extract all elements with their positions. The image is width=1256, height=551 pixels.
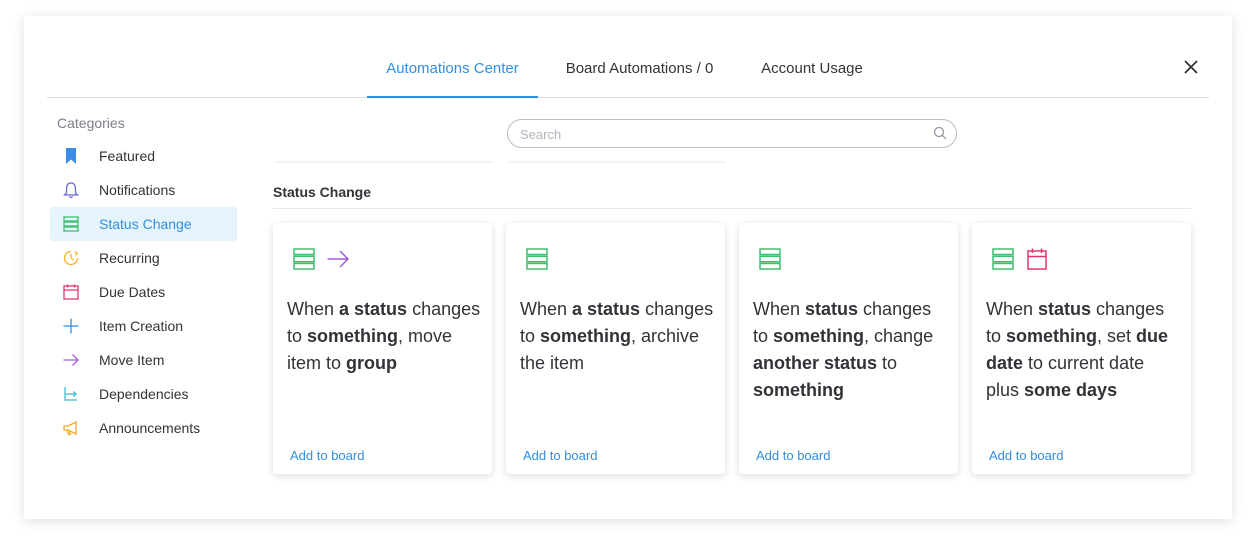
recipe-text: When status changes to something, set du… — [986, 296, 1182, 404]
status-icon — [759, 248, 781, 270]
search-input[interactable] — [520, 125, 920, 143]
sidebar-item-due-dates[interactable]: Due Dates — [50, 275, 237, 309]
search-box — [507, 119, 957, 148]
card-icons — [292, 247, 350, 271]
add-to-board-link[interactable]: Add to board — [290, 448, 364, 463]
recipe-fragment: When — [287, 299, 340, 319]
megaphone-icon — [63, 420, 77, 436]
automations-modal: Automations Center Board Automations / 0… — [24, 16, 1232, 519]
card-icons — [991, 247, 1049, 271]
recipe-fragment: , change — [864, 326, 934, 346]
sidebar-item-status-change[interactable]: Status Change — [50, 207, 237, 241]
add-to-board-link[interactable]: Add to board — [523, 448, 597, 463]
section-divider — [273, 208, 1191, 209]
sidebar-item-move-item[interactable]: Move Item — [50, 343, 237, 377]
recipe-keyword[interactable]: something — [773, 326, 864, 346]
sidebar-item-item-creation[interactable]: Item Creation — [50, 309, 237, 343]
sidebar-item-label: Recurring — [99, 250, 160, 266]
sidebar-item-featured[interactable]: Featured — [50, 139, 237, 173]
sidebar-item-label: Dependencies — [99, 386, 189, 402]
sidebar-item-label: Status Change — [99, 216, 192, 232]
recipe-text: When a status changes to something, arch… — [520, 296, 716, 377]
scroll-fade — [508, 161, 726, 164]
automation-card[interactable]: When a status changes to something, arch… — [506, 223, 725, 474]
automation-card[interactable]: When a status changes to something, move… — [273, 223, 492, 474]
recipe-keyword[interactable]: group — [346, 353, 397, 373]
sidebar-item-label: Announcements — [99, 420, 201, 436]
sidebar-item-recurring[interactable]: Recurring — [50, 241, 237, 275]
tab-account-usage[interactable]: Account Usage — [752, 60, 872, 98]
tab-bar: Automations Center Board Automations / 0… — [47, 16, 1209, 98]
sidebar-item-label: Item Creation — [99, 318, 184, 334]
arrow-right-icon — [327, 250, 350, 268]
recipe-keyword[interactable]: a status — [339, 299, 407, 319]
status-icon — [293, 248, 315, 270]
sidebar-item-dependencies[interactable]: Dependencies — [50, 377, 237, 411]
sidebar-item-announcements[interactable]: Announcements — [50, 411, 237, 445]
recipe-fragment: When — [520, 299, 573, 319]
status-icon — [526, 248, 548, 270]
recipe-fragment: to — [877, 353, 898, 373]
calendar-icon — [1027, 248, 1047, 270]
recipe-keyword[interactable]: status — [1038, 299, 1091, 319]
bookmark-icon — [66, 148, 76, 164]
section-title: Status Change — [273, 184, 372, 200]
recipe-keyword[interactable]: a status — [572, 299, 640, 319]
sidebar-item-label: Featured — [99, 148, 156, 164]
sidebar-item-label: Notifications — [99, 182, 176, 198]
recipe-keyword[interactable]: something — [753, 380, 844, 400]
plus-icon — [63, 318, 79, 334]
card-icons — [758, 247, 782, 271]
recipe-keyword[interactable]: something — [540, 326, 631, 346]
automation-card[interactable]: When status changes to something, set du… — [972, 223, 1191, 474]
bell-icon — [62, 182, 80, 198]
card-icons — [525, 247, 549, 271]
sidebar-item-label: Move Item — [99, 352, 165, 368]
scroll-fade — [275, 161, 493, 164]
recipe-text: When status changes to something, change… — [753, 296, 949, 404]
status-icon — [63, 216, 79, 232]
recipe-text: When a status changes to something, move… — [287, 296, 483, 377]
automation-card[interactable]: When status changes to something, change… — [739, 223, 958, 474]
close-icon[interactable] — [1182, 58, 1200, 76]
recipe-fragment: , set — [1097, 326, 1137, 346]
categories-title: Categories — [57, 115, 125, 131]
sidebar-item-notifications[interactable]: Notifications — [50, 173, 237, 207]
add-to-board-link[interactable]: Add to board — [989, 448, 1063, 463]
recipe-fragment: When — [753, 299, 806, 319]
tab-automations-center[interactable]: Automations Center — [367, 60, 538, 98]
tab-board-automations[interactable]: Board Automations / 0 — [562, 60, 717, 98]
recipe-keyword[interactable]: something — [1006, 326, 1097, 346]
add-to-board-link[interactable]: Add to board — [756, 448, 830, 463]
category-sidebar: Featured Notifications Status Change Rec… — [50, 139, 237, 445]
sidebar-item-label: Due Dates — [99, 284, 166, 300]
clock-icon — [63, 250, 79, 266]
recipe-keyword[interactable]: some days — [1024, 380, 1117, 400]
recipe-keyword[interactable]: something — [307, 326, 398, 346]
search-icon[interactable] — [933, 126, 947, 140]
recipe-keyword[interactable]: status — [805, 299, 858, 319]
dependency-icon — [64, 387, 77, 401]
status-icon — [992, 248, 1014, 270]
arrow-right-icon — [63, 354, 79, 366]
recipe-fragment: When — [986, 299, 1039, 319]
recipe-keyword[interactable]: another status — [753, 353, 877, 373]
calendar-icon — [63, 284, 79, 300]
